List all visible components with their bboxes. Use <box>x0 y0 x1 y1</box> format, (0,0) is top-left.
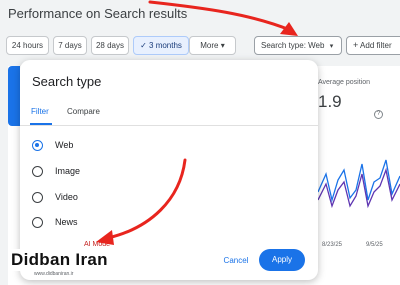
watermark-logo: Didban Iran www.didbaniran.ir <box>8 249 121 281</box>
watermark-url: www.didbaniran.ir <box>34 271 74 277</box>
arrow-to-search-type <box>148 0 292 32</box>
annotation-arrows <box>96 0 298 245</box>
arrow-head <box>280 22 298 36</box>
arrow-to-ai-mode <box>106 158 187 240</box>
arrow-head <box>96 230 114 245</box>
watermark-text: Didban Iran <box>8 249 121 271</box>
